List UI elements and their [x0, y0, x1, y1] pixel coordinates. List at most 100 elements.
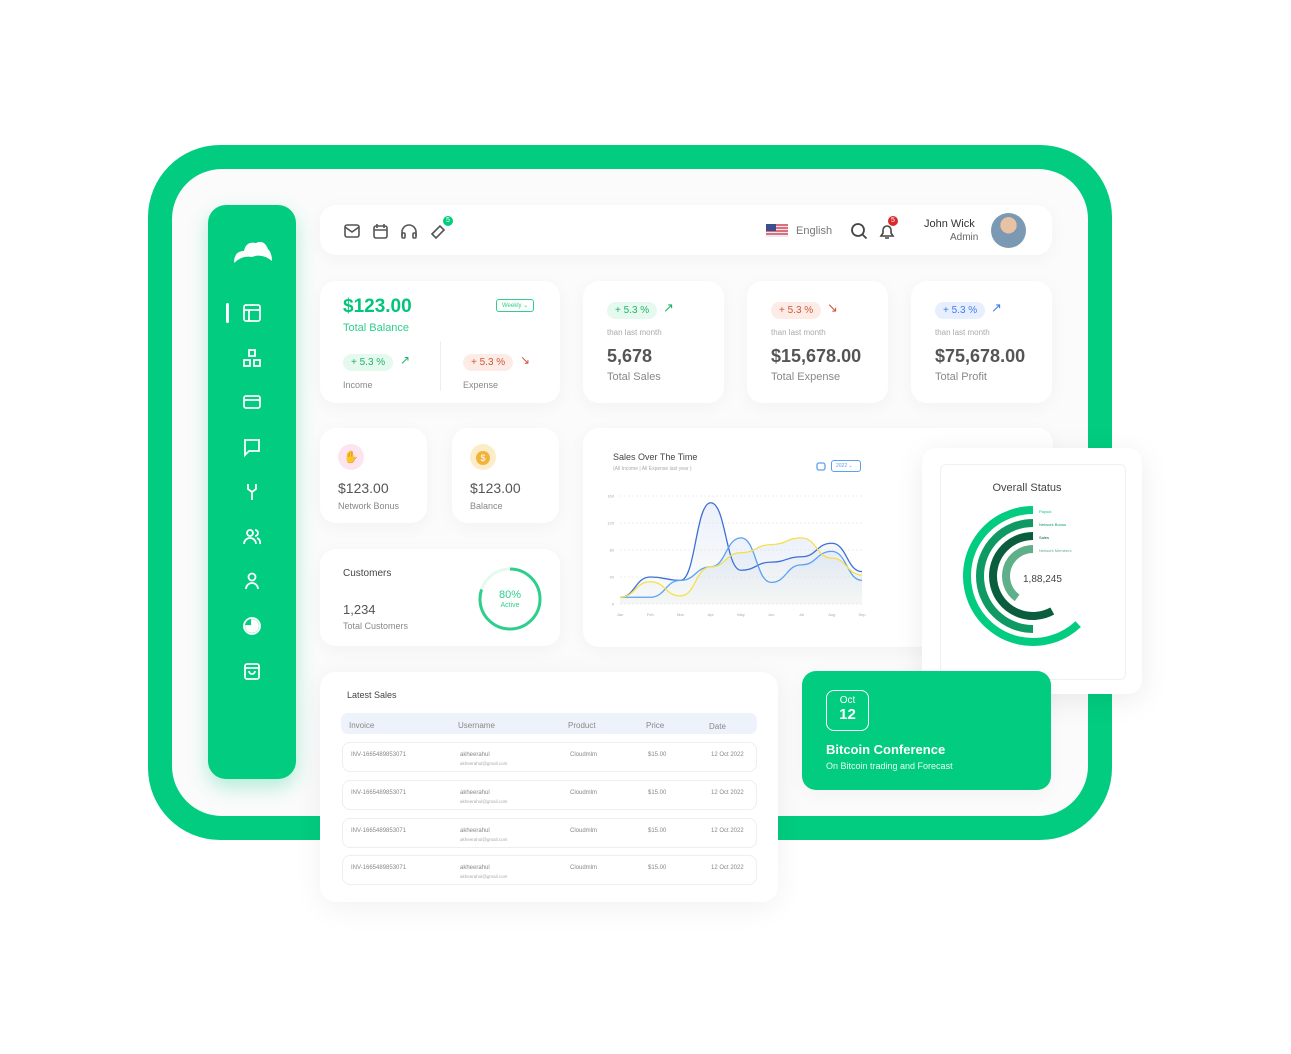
sales-chart: 0 40 80 120 160 Jan Feb Mar Apr May Jun Jul Aug Sep: [607, 494, 866, 618]
users-icon[interactable]: [242, 527, 262, 547]
table-row[interactable]: INV-1665489853071 akheerahul akheerahul@…: [342, 818, 757, 848]
col-product: Product: [568, 721, 596, 730]
stat-label: Total Profit: [935, 371, 987, 383]
network-bonus-label: Network Bonus: [338, 501, 400, 511]
date-cell: 12 Oct 2022: [711, 828, 744, 834]
legend-label: Network Members: [1039, 548, 1071, 553]
product-cell: Cloudmlm: [570, 752, 598, 758]
sidebar: [208, 205, 296, 779]
trend-up-icon: ↗: [400, 353, 411, 367]
customers-label: Total Customers: [343, 621, 409, 631]
balance-card: $123.00 Total Balance Weekly ⌄ + 5.3 % ↗…: [320, 281, 560, 403]
card-icon[interactable]: [242, 392, 262, 412]
user-name: John Wick: [924, 218, 975, 230]
user-role: Admin: [950, 232, 979, 243]
product-cell: Cloudmlm: [570, 828, 598, 834]
price-cell: $15.00: [648, 865, 667, 871]
tools-icon[interactable]: [242, 482, 262, 502]
avatar[interactable]: [991, 213, 1026, 248]
table-header: Invoice Username Product Price Date: [341, 713, 757, 734]
email-cell: akheerahul@gmail.com: [460, 874, 508, 879]
shopping-bag-icon[interactable]: [242, 661, 262, 681]
price-cell: $15.00: [648, 790, 667, 796]
username-cell: akheerahul: [460, 865, 490, 871]
trend-down-icon: ↘: [827, 300, 838, 315]
username-cell: akheerahul: [460, 752, 490, 758]
date-cell: 12 Oct 2022: [711, 865, 744, 871]
legend-label: Sales: [1039, 535, 1049, 540]
expense-label: Expense: [463, 380, 499, 390]
product-cell: Cloudmlm: [570, 790, 598, 796]
stat-note: than last month: [935, 328, 990, 337]
legend-label: Payout: [1039, 509, 1052, 514]
latest-sales-title: Latest Sales: [347, 690, 397, 700]
income-label: Income: [343, 380, 373, 390]
y-tick-label: 0: [612, 602, 615, 607]
date-cell: 12 Oct 2022: [711, 790, 744, 796]
balance-mini-card: $ $123.00 Balance: [452, 428, 559, 523]
latest-sales-card: Latest Sales Invoice Username Product Pr…: [320, 672, 778, 902]
customers-percent: 80%: [498, 589, 522, 601]
email-cell: akheerahul@gmail.com: [460, 799, 508, 804]
chart-pie-icon[interactable]: [242, 616, 262, 636]
invoice-cell: INV-1665489853071: [351, 790, 407, 796]
x-tick-label: Sep: [858, 612, 866, 617]
chart-title: Sales Over The Time: [613, 452, 698, 462]
stat-note: than last month: [607, 328, 662, 337]
email-cell: akheerahul@gmail.com: [460, 761, 508, 766]
stat-change: + 5.3 %: [771, 302, 822, 319]
chat-icon[interactable]: [242, 437, 262, 458]
balance-mini-label: Balance: [470, 501, 503, 511]
event-title: Bitcoin Conference: [826, 742, 946, 757]
product-cell: Cloudmlm: [570, 865, 598, 871]
invoice-cell: INV-1665489853071: [351, 828, 407, 834]
year-select[interactable]: 2022 ⌄: [831, 460, 861, 472]
period-label: Weekly: [502, 303, 522, 309]
overall-status-title: Overall Status: [992, 482, 1062, 494]
dashboard-icon[interactable]: [242, 303, 262, 323]
overall-total: 1,88,245: [1023, 574, 1062, 585]
headphones-icon[interactable]: [401, 224, 417, 239]
us-flag-icon[interactable]: [766, 224, 788, 237]
table-row[interactable]: INV-1665489853071 akheerahul akheerahul@…: [342, 742, 757, 772]
stat-label: Total Expense: [771, 371, 841, 383]
year-value: 2022: [836, 463, 848, 469]
calendar-icon[interactable]: [373, 224, 388, 239]
col-price: Price: [646, 721, 665, 730]
y-tick-label: 160: [607, 494, 614, 499]
stat-card: + 5.3 % ↗ than last month 5,678 Total Sa…: [583, 281, 724, 403]
language-select[interactable]: English: [796, 225, 832, 237]
calendar-icon[interactable]: [816, 461, 826, 471]
expense-change: + 5.3 %: [463, 354, 514, 371]
stat-value: $75,678.00: [935, 346, 1026, 366]
chart-subtitle: (All Income | All Expense last year ): [613, 466, 692, 472]
stat-value: $15,678.00: [771, 346, 862, 366]
search-icon[interactable]: [850, 222, 868, 240]
table-row[interactable]: INV-1665489853071 akheerahul akheerahul@…: [342, 855, 757, 885]
event-card[interactable]: Oct 12 Bitcoin Conference On Bitcoin tra…: [802, 671, 1051, 790]
income-change: + 5.3 %: [343, 354, 394, 371]
period-dropdown[interactable]: Weekly ⌄: [496, 299, 535, 312]
trend-up-icon: ↗: [663, 300, 674, 315]
date-cell: 12 Oct 2022: [711, 752, 744, 758]
table-row[interactable]: INV-1665489853071 akheerahul akheerahul@…: [342, 780, 757, 810]
mail-icon[interactable]: [344, 224, 360, 238]
coin-icon: $: [470, 444, 496, 470]
logo-cloud-icon: [234, 241, 272, 263]
event-subtitle: On Bitcoin trading and Forecast: [826, 761, 953, 771]
x-tick-label: Feb: [647, 612, 655, 617]
network-icon[interactable]: [242, 348, 262, 368]
event-month: Oct: [839, 695, 856, 706]
y-tick-label: 80: [610, 548, 615, 553]
network-bonus-value: $123.00: [338, 480, 389, 496]
col-date: Date: [709, 722, 726, 731]
overall-status-card: Overall Status Payout Network Bonus Sales N…: [922, 448, 1142, 694]
stat-value: 5,678: [607, 346, 653, 366]
ticket-badge: 5: [443, 216, 453, 226]
divider: [440, 341, 441, 391]
ticket-icon[interactable]: [430, 224, 446, 240]
customers-active-label: Active: [500, 602, 520, 609]
active-indicator: [226, 303, 229, 323]
user-icon[interactable]: [242, 571, 262, 591]
stat-label: Total Sales: [607, 371, 661, 383]
